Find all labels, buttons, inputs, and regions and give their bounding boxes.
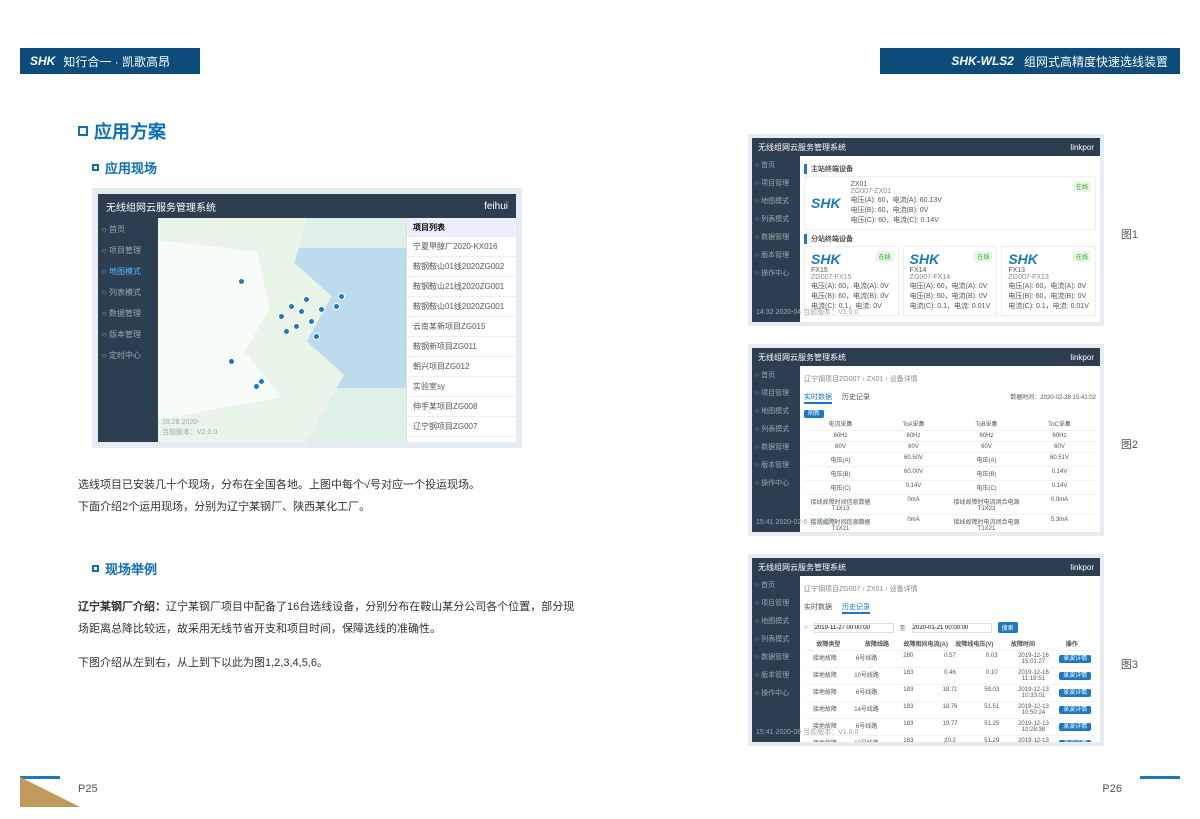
page-number-right: P26	[1102, 783, 1122, 795]
shk-logo: SHK	[811, 195, 841, 211]
screenshot-main: 辽宁钢项目ZG007 › ZX01 › 设备详情 实时数据 历史记录 ○ 至 搜…	[800, 576, 1100, 742]
section-header: 分站终端设备	[804, 234, 1096, 244]
figure-label: 图2	[1121, 436, 1138, 452]
date-from	[814, 623, 894, 633]
screenshot-sidebar: ○ 首页○ 项目管理○ 地图模式○ 列表模式○ 数据管理○ 版本管理○ 操作中心	[752, 156, 800, 322]
screenshot-main: 主站终端设备 在线 SHK ZX01 ZG007-ZX01 电压(A): 60，…	[800, 156, 1100, 322]
screenshot-1: 无线组网云服务管理系统linkpor ○ 首页○ 项目管理○ 地图模式○ 列表模…	[748, 134, 1104, 326]
search-button: 搜索	[998, 622, 1018, 633]
screenshot-main: 辽宁钢项目ZG007 › ZX01 › 设备详情 实时数据 历史记录 数据时间：…	[800, 366, 1100, 532]
subsection-title: 应用现场	[92, 158, 157, 177]
paragraph: 辽宁某钢厂介绍：辽宁某钢厂项目中配备了16台选线设备，分别分布在鞍山某分公司各个…	[78, 596, 578, 674]
date-filters: ○ 至 搜索	[804, 622, 1096, 633]
paragraph: 选线项目已安装几十个现场，分布在全国各地。上图中每个√号对应一个投运现场。 下面…	[78, 474, 578, 518]
brand: SHK	[30, 54, 55, 68]
square-icon	[78, 126, 88, 136]
header-right: SHK-WLS2 组网式高精度快速选线装置	[880, 48, 1180, 74]
project-list: 项目列表 宁夏甲醇厂2020-KX016鞍钢鞍山01线2020ZG002鞍钢鞍山…	[406, 218, 516, 442]
accent-bar	[1140, 776, 1180, 779]
breadcrumb: 辽宁钢项目ZG007 › ZX01 › 设备详情	[804, 580, 1096, 598]
square-icon	[92, 565, 99, 572]
model: SHK-WLS2	[951, 54, 1014, 68]
map-timestamp: 16:28 2020- 当前版本：V2.0.0	[162, 418, 217, 438]
figure-label: 图3	[1121, 656, 1138, 672]
screenshot-sidebar: ○ 首页○ 项目管理○ 地图模式○ 列表模式○ 数据管理○ 版本管理○ 操作中心	[752, 366, 800, 532]
data-table: 电流采集ToA采集ToB采集ToC采集60Hz60Hz60Hz60Hz60V60…	[804, 417, 1096, 532]
subsection-title: 现场举例	[92, 559, 157, 578]
figure-label: 图1	[1121, 226, 1138, 242]
slogan: 知行合一 · 凯歌高昂	[63, 53, 170, 70]
screenshot-sidebar: ○ 首页○ 项目管理○ 地图模式○ 列表模式○ 数据管理○ 版本管理○ 操作中心	[752, 576, 800, 742]
timestamp: 15:41 2020-08 当前版本：V1.0.0	[756, 728, 858, 738]
project-list-header: 项目列表	[407, 218, 516, 237]
timestamp: 14:32 2020-04 当前版本：V1.0.0	[756, 308, 858, 318]
map-titlebar: 无线组网云服务管理系统 feihui	[98, 194, 516, 218]
device-card-main: 在线 SHK ZX01 ZG007-ZX01 电压(A): 60，电流(A): …	[804, 176, 1096, 230]
model-desc: 组网式高精度快速选线装置	[1024, 53, 1168, 70]
refresh-button: 刷新	[804, 410, 824, 418]
header-left: SHK 知行合一 · 凯歌高昂	[20, 48, 200, 74]
date-to	[912, 623, 992, 633]
square-icon	[92, 164, 99, 171]
timestamp: 15:41 2020-02-6 当前版本：V1.0.0	[756, 518, 865, 528]
screenshot-3: 无线组网云服务管理系统linkpor ○ 首页○ 项目管理○ 地图模式○ 列表模…	[748, 554, 1104, 746]
section-header: 主站终端设备	[804, 164, 1096, 174]
map-canvas: 16:28 2020- 当前版本：V2.0.0	[158, 218, 406, 442]
screenshot-2: 无线组网云服务管理系统linkpor ○ 首页○ 项目管理○ 地图模式○ 列表模…	[748, 344, 1104, 536]
data-table: 故障类型故障线路故障相间电流(A)故障线电压(V)故障时间操作接地故障6号线路2…	[804, 637, 1096, 742]
page-number-left: P25	[78, 783, 98, 795]
map-sidebar: ○ 首页○ 项目管理○ 地图模式○ 列表模式○ 数据管理○ 版本管理○ 定时中心	[98, 218, 158, 442]
tabs: 实时数据 历史记录	[804, 598, 1096, 618]
section-title: 应用方案	[78, 118, 166, 144]
map-screenshot: 无线组网云服务管理系统 feihui ○ 首页○ 项目管理○ 地图模式○ 列表模…	[92, 188, 522, 448]
corner-triangle	[20, 777, 80, 807]
tabs: 实时数据 历史记录 数据时间：2020-02-28 15:41:02	[804, 388, 1096, 408]
accent-bar	[20, 776, 60, 779]
breadcrumb: 辽宁钢项目ZG007 › ZX01 › 设备详情	[804, 370, 1096, 388]
